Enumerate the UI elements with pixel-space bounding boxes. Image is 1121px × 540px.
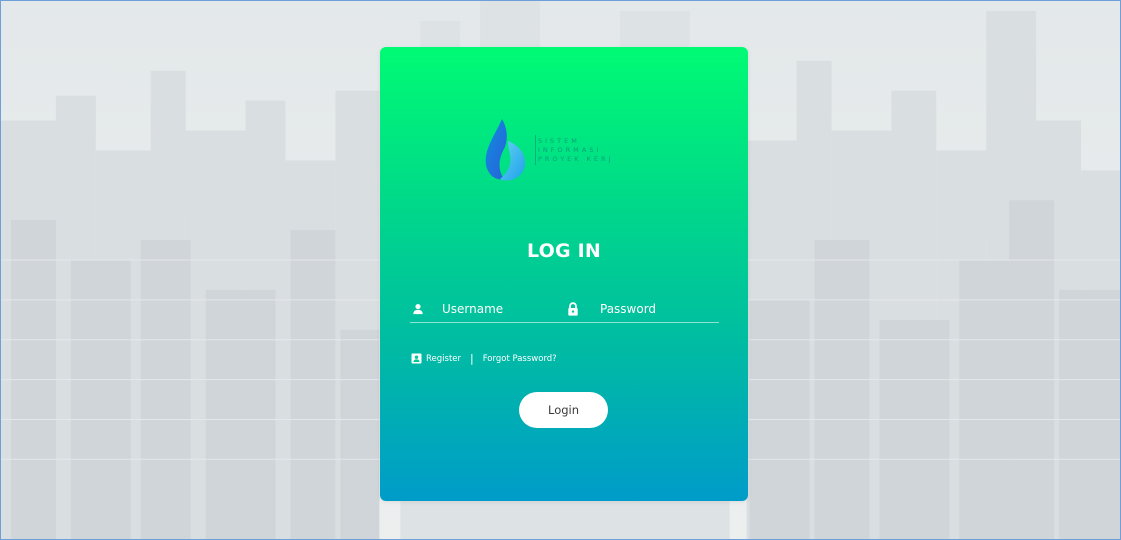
register-link[interactable]: Register [426, 354, 461, 364]
logo-divider [535, 135, 536, 165]
logo-text: SISTEM INFORMASI PROYEK KERJ [538, 137, 613, 164]
login-page: SISTEM INFORMASI PROYEK KERJ LOG IN User… [0, 0, 1121, 540]
logo-line: PROYEK KERJ [538, 155, 614, 163]
login-card: SISTEM INFORMASI PROYEK KERJ LOG IN User… [380, 47, 748, 501]
password-field [566, 297, 716, 321]
input-underline [410, 322, 719, 323]
password-input[interactable] [600, 302, 710, 316]
login-button[interactable]: Login [519, 392, 608, 428]
flame-drop-logo-icon [485, 119, 526, 181]
user-icon [413, 304, 423, 315]
app-logo: SISTEM INFORMASI PROYEK KERJ [484, 115, 654, 185]
auth-links: Register | Forgot Password? [411, 352, 557, 365]
lock-icon [568, 302, 578, 316]
link-separator: | [470, 352, 474, 365]
logo-line: SISTEM [538, 137, 580, 145]
username-input[interactable] [442, 302, 552, 316]
contact-card-icon [411, 353, 422, 364]
username-field [412, 297, 552, 321]
login-title: LOG IN [527, 240, 601, 262]
logo-line: INFORMASI [538, 146, 602, 154]
forgot-password-link[interactable]: Forgot Password? [483, 354, 557, 364]
